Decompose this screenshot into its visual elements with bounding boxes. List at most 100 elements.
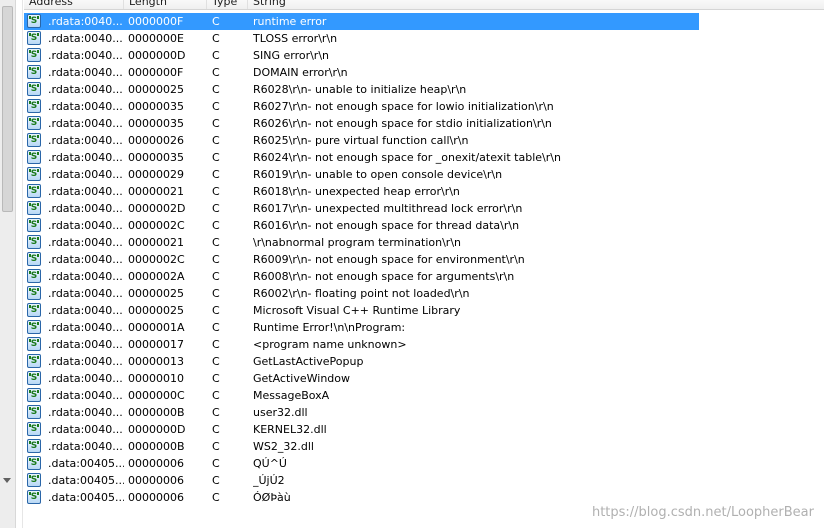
table-row[interactable]: .rdata:0040... 0000000D C KERNEL32.dll xyxy=(24,421,824,438)
cell-length: 00000006 xyxy=(128,474,184,487)
table-row[interactable]: .rdata:0040... 00000013 C GetLastActivePopu… xyxy=(24,353,824,370)
cell-length: 0000002C xyxy=(128,253,185,266)
table-row[interactable]: .rdata:0040... 0000000B Cuser32.dll xyxy=(24,404,824,421)
cell-string: SING error\r\n xyxy=(253,49,330,62)
cell-address: .rdata:0040... xyxy=(48,151,123,164)
cell-length: 00000035 xyxy=(128,117,184,130)
cell-type: C xyxy=(212,474,220,487)
cell-string: R6008\r\n- not enough space for argument… xyxy=(253,270,515,283)
table-row[interactable]: .rdata:0040... 00000035 C R6027\r\n- not en… xyxy=(24,98,824,115)
table-row[interactable]: .rdata:0040... 0000000C C MessageBoxA xyxy=(24,387,824,404)
table-row[interactable]: .rdata:0040... 00000025 C R6028\r\n- unable… xyxy=(24,81,824,98)
table-row[interactable]: .rdata:0040... 00000010 C GetActiveWindow xyxy=(24,370,824,387)
string-literal-icon xyxy=(27,30,41,47)
cell-type: C xyxy=(212,185,220,198)
scrollbar-thumb[interactable] xyxy=(2,6,13,212)
table-row[interactable]: .rdata:0040... 00000026 C R6025\r\n- pure v… xyxy=(24,132,824,149)
row-icon-cell xyxy=(27,302,43,319)
table-row[interactable]: .rdata:0040... 00000021 C \r\nabnormal prog… xyxy=(24,234,824,251)
row-icon-cell xyxy=(27,336,43,353)
cell-string: QÚ^Ú xyxy=(253,457,287,470)
table-row[interactable]: .rdata:0040... 0000002D C R6017\r\n- unexpe… xyxy=(24,200,824,217)
table-row[interactable]: .rdata:0040... 0000000F Cruntime error xyxy=(24,13,824,30)
string-literal-icon xyxy=(27,251,41,268)
cell-length: 0000000F xyxy=(128,15,184,28)
row-icon-cell xyxy=(27,319,43,336)
cell-string: Runtime Error!\n\nProgram: xyxy=(253,321,409,334)
table-row[interactable]: .rdata:0040... 0000000D C SING error\r\n xyxy=(24,47,824,64)
cell-length: 0000000C xyxy=(128,389,185,402)
row-icon-cell xyxy=(27,64,43,81)
cell-type: C xyxy=(212,389,220,402)
cell-string: KERNEL32.dll xyxy=(253,423,327,436)
cell-length: 00000021 xyxy=(128,236,184,249)
table-row[interactable]: .data:00405... 00000006 C QÚ^Ú xyxy=(24,455,824,472)
cell-address: .rdata:0040... xyxy=(48,423,123,436)
table-row[interactable]: .rdata:0040... 00000025 C Microsoft Visual … xyxy=(24,302,824,319)
cell-type: C xyxy=(212,151,220,164)
cell-string: WS2_32.dll xyxy=(253,440,314,453)
string-literal-icon xyxy=(27,353,41,370)
cell-address: .rdata:0040... xyxy=(48,321,123,334)
vertical-scrollbar[interactable] xyxy=(0,0,16,528)
table-row[interactable]: .rdata:0040... 00000021 C R6018\r\n- unexpe… xyxy=(24,183,824,200)
table-row[interactable]: .rdata:0040... 0000002C C R6009\r\n- not en… xyxy=(24,251,824,268)
cell-string: TLOSS error\r\n xyxy=(253,32,338,45)
table-row[interactable]: .rdata:0040... 0000000E C TLOSS error\r\n xyxy=(24,30,824,47)
row-icon-cell xyxy=(27,200,43,217)
strings-window: Address Length Type String .rdata:0040..… xyxy=(0,0,824,528)
cell-address: .rdata:0040... xyxy=(48,15,123,28)
column-header-type[interactable]: Type xyxy=(207,0,248,9)
string-literal-icon xyxy=(27,217,41,234)
cell-length: 0000000D xyxy=(128,49,186,62)
table-row[interactable]: .rdata:0040... 00000035 C R6024\r\n- not en… xyxy=(24,149,824,166)
string-literal-icon xyxy=(27,149,41,166)
table-row[interactable]: .rdata:0040... 00000017 C <program name unk… xyxy=(24,336,824,353)
row-icon-cell xyxy=(27,98,43,115)
cell-string: <program name unknown> xyxy=(253,338,407,351)
scroll-down-arrow-icon[interactable] xyxy=(3,478,11,483)
table-row[interactable]: .rdata:0040... 00000025 C R6002\r\n- floati… xyxy=(24,285,824,302)
cell-length: 0000000E xyxy=(128,32,184,45)
cell-string: R6017\r\n- unexpected multithread lock e… xyxy=(253,202,523,215)
cell-address: .rdata:0040... xyxy=(48,253,123,266)
cell-length: 0000000F xyxy=(128,66,184,79)
cell-type: C xyxy=(212,338,220,351)
cell-string: \r\nabnormal program termination\r\n xyxy=(253,236,461,249)
cell-type: C xyxy=(212,287,220,300)
column-header-length[interactable]: Length xyxy=(124,0,207,9)
row-icon-cell xyxy=(27,251,43,268)
table-row[interactable]: .data:00405... 00000006 C ÓØÞàù xyxy=(24,489,824,506)
row-icon-cell xyxy=(27,149,43,166)
table-row[interactable]: .rdata:0040... 00000029 C R6019\r\n- unable… xyxy=(24,166,824,183)
table-row[interactable]: .rdata:0040... 0000000F C DOMAIN error\r\n xyxy=(24,64,824,81)
string-literal-icon xyxy=(27,234,41,251)
string-literal-icon xyxy=(27,404,41,421)
cell-type: C xyxy=(212,134,220,147)
cell-string: R6026\r\n- not enough space for stdio in… xyxy=(253,117,552,130)
string-literal-icon xyxy=(27,302,41,319)
string-literal-icon xyxy=(27,387,41,404)
table-row[interactable]: .rdata:0040... 00000035 C R6026\r\n- not en… xyxy=(24,115,824,132)
cell-length: 00000025 xyxy=(128,304,184,317)
row-icon-cell xyxy=(27,234,43,251)
column-header-string[interactable]: String xyxy=(248,0,824,9)
cell-string: GetLastActivePopup xyxy=(253,355,364,368)
string-literal-icon xyxy=(27,472,41,489)
cell-length: 00000029 xyxy=(128,168,184,181)
string-literal-icon xyxy=(27,285,41,302)
column-header-address[interactable]: Address xyxy=(24,0,124,9)
row-icon-cell xyxy=(27,421,43,438)
table-row[interactable]: .rdata:0040... 0000002C C R6016\r\n- not en… xyxy=(24,217,824,234)
cell-length: 00000025 xyxy=(128,287,184,300)
cell-address: .rdata:0040... xyxy=(48,32,123,45)
table-row[interactable]: .rdata:0040... 0000001A C Runtime Error!\n\… xyxy=(24,319,824,336)
cell-address: .rdata:0040... xyxy=(48,355,123,368)
cell-type: C xyxy=(212,321,220,334)
table-row[interactable]: .data:00405... 00000006 C _ÚjÚ2 xyxy=(24,472,824,489)
cell-address: .rdata:0040... xyxy=(48,168,123,181)
cell-type: C xyxy=(212,270,220,283)
table-row[interactable]: .rdata:0040... 0000000B C WS2_32.dll xyxy=(24,438,824,455)
cell-address: .rdata:0040... xyxy=(48,134,123,147)
table-row[interactable]: .rdata:0040... 0000002A C R6008\r\n- not en… xyxy=(24,268,824,285)
